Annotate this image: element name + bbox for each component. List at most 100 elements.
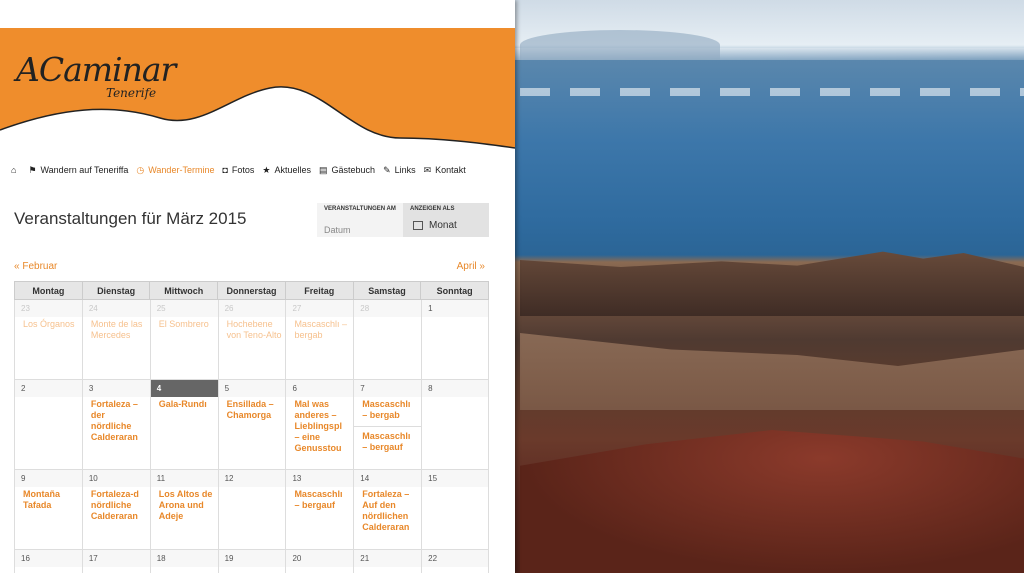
nav-aktuelles[interactable]: ★ Aktuelles xyxy=(262,165,311,176)
view-selector-label: ANZEIGEN ALS xyxy=(410,206,455,212)
day-number: 12 xyxy=(218,470,286,487)
calendar-day[interactable]: 10 Fortaleza-d nördliche Calderaran xyxy=(82,470,151,550)
date-input[interactable]: Datum xyxy=(324,225,351,235)
comment-icon: ▤ xyxy=(319,164,328,175)
calendar-event-link[interactable]: Ensillada – Chamorga xyxy=(219,397,286,423)
calendar-day[interactable]: 26 Hochebene von Teno-Alto xyxy=(218,300,287,380)
day-number: 19 xyxy=(218,550,286,567)
calendar-day[interactable]: 2 xyxy=(15,380,83,470)
calendar-event-link[interactable]: Hochebene von Teno-Alto xyxy=(219,317,286,343)
calendar-day[interactable]: 20 xyxy=(286,550,355,573)
calendar-event-link[interactable]: Monte de las Mercedes xyxy=(83,317,150,343)
calendar-day[interactable]: 7 Mascaschlı – bergab Mascaschlı – bergauf xyxy=(354,380,423,470)
nav-links[interactable]: ✎ Links xyxy=(383,165,416,176)
calendar-event-link[interactable]: Mal was anderes – Lieblingspl – eine Gen… xyxy=(286,397,353,456)
calendar-day[interactable]: 13 Mascaschlı – bergauf xyxy=(286,470,355,550)
calendar-day[interactable]: 27 Mascaschlı – bergab xyxy=(286,300,355,380)
calendar-event-link[interactable]: Fortaleza-d nördliche Calderaran xyxy=(83,487,150,524)
day-number: 25 xyxy=(150,300,218,317)
day-number: 20 xyxy=(286,550,354,567)
calendar-day[interactable]: 25 El Sombrero xyxy=(150,300,219,380)
date-filter[interactable]: VERANSTALTUNGEN AM Datum xyxy=(317,203,403,237)
day-number: 22 xyxy=(422,550,489,567)
nav-home[interactable]: ⌂ xyxy=(11,165,20,175)
month-calendar: Montag Dienstag Mittwoch Donnerstag Frei… xyxy=(14,281,490,573)
day-number: 24 xyxy=(82,300,150,317)
calendar-weeks: 23 Los Órganos 24 Monte de las Mercedes 25 El… xyxy=(14,300,490,573)
site-logo-subtitle: Tenerife xyxy=(106,86,157,100)
calendar-header: Montag Dienstag Mittwoch Donnerstag Frei… xyxy=(14,281,489,300)
weekday-header: Mittwoch xyxy=(150,282,219,299)
calendar-event-link[interactable]: Mascaschlı – bergauf xyxy=(286,487,353,513)
next-month-link[interactable]: April » xyxy=(457,261,485,272)
calendar-day[interactable]: 22 xyxy=(422,550,490,573)
calendar-event-link[interactable]: Mascaschlı – bergauf xyxy=(354,426,422,455)
calendar-day[interactable]: 1 xyxy=(422,300,490,380)
calendar-day[interactable]: 21 xyxy=(354,550,423,573)
day-number: 8 xyxy=(422,380,489,397)
calendar-event-link[interactable]: Los Órganos xyxy=(15,317,82,332)
nav-wander-termine[interactable]: ◷ Wander-Termine xyxy=(136,165,214,176)
calendar-day[interactable]: 3 Fortaleza – der nördliche Calderaran xyxy=(82,380,151,470)
calendar-day[interactable]: 11 Los Altos de Arona und Adeje xyxy=(150,470,219,550)
calendar-event-link[interactable]: Fortaleza – Auf den nördlichen Calderara… xyxy=(354,487,421,535)
home-icon: ⌂ xyxy=(11,165,17,175)
calendar-day[interactable]: 28 xyxy=(354,300,423,380)
day-number: 27 xyxy=(286,300,354,317)
nav-wandern[interactable]: ⚑ Wandern auf Teneriffa xyxy=(28,165,128,176)
star-icon: ★ xyxy=(262,164,271,175)
weekday-header: Donnerstag xyxy=(218,282,286,299)
calendar-day[interactable]: 19 xyxy=(218,550,287,573)
calendar-day[interactable]: 4 Gala-Rundı xyxy=(150,380,219,470)
calendar-day[interactable]: 14 Fortaleza – Auf den nördlichen Caldera… xyxy=(354,470,423,550)
calendar-day[interactable]: 6 Mal was anderes – Lieblingspl – eine Ge… xyxy=(286,380,355,470)
day-number: 10 xyxy=(82,470,150,487)
nav-fotos[interactable]: ◘ Fotos xyxy=(222,165,254,175)
calendar-day[interactable]: 8 xyxy=(422,380,490,470)
date-filter-label: VERANSTALTUNGEN AM xyxy=(324,206,396,212)
nav-label: Fotos xyxy=(231,165,255,175)
calendar-day[interactable]: 23 Los Órganos xyxy=(15,300,83,380)
calendar-day[interactable]: 5 Ensillada – Chamorga xyxy=(218,380,287,470)
calendar-event-link[interactable]: Mascaschlı – bergab xyxy=(354,397,421,423)
view-selector[interactable]: ANZEIGEN ALS Monat xyxy=(403,203,489,237)
calendar-day[interactable]: 16 xyxy=(15,550,83,573)
day-number: 15 xyxy=(422,470,489,487)
day-number: 17 xyxy=(82,550,150,567)
day-number: 6 xyxy=(286,380,354,397)
calendar-event-link[interactable]: Gala-Rundı xyxy=(151,397,218,412)
calendar-event-link[interactable]: Mascaschlı – bergab xyxy=(286,317,353,343)
camera-icon: ◘ xyxy=(222,165,228,175)
calendar-icon xyxy=(413,221,423,230)
prev-month-link[interactable]: « Februar xyxy=(14,261,57,272)
calendar-week: 16 17 18 19 20 21 22 xyxy=(14,550,490,573)
view-selector-value[interactable]: Monat xyxy=(429,220,457,231)
day-number: 4 xyxy=(150,380,218,397)
calendar-day[interactable]: 24 Monte de las Mercedes xyxy=(82,300,151,380)
day-number: 5 xyxy=(218,380,286,397)
day-number: 14 xyxy=(354,470,422,487)
site-logo[interactable]: ACaminar xyxy=(16,50,176,89)
calendar-day[interactable]: 18 xyxy=(150,550,219,573)
site-header: ACaminar Tenerife xyxy=(0,28,515,178)
calendar-event-link[interactable]: Fortaleza – der nördliche Calderaran xyxy=(83,397,150,445)
calendar-event-link[interactable]: El Sombrero xyxy=(151,317,218,332)
nav-gaestebuch[interactable]: ▤ Gästebuch xyxy=(319,165,375,176)
weekday-header: Dienstag xyxy=(83,282,151,299)
calendar-event-link[interactable]: Montaña Tafada xyxy=(15,487,82,513)
nav-label: Wandern auf Teneriffa xyxy=(40,165,129,175)
day-number: 28 xyxy=(354,300,422,317)
weekday-header: Sonntag xyxy=(436,286,473,296)
calendar-day[interactable]: 9 Montaña Tafada xyxy=(15,470,83,550)
nav-label: Aktuelles xyxy=(274,165,312,175)
nav-kontakt[interactable]: ✉ Kontakt xyxy=(424,165,466,176)
calendar-day[interactable]: 15 xyxy=(422,470,490,550)
calendar-day[interactable]: 12 xyxy=(218,470,287,550)
day-number: 11 xyxy=(150,470,218,487)
day-number: 23 xyxy=(15,300,82,317)
day-number: 16 xyxy=(15,550,82,567)
calendar-event-link[interactable]: Los Altos de Arona und Adeje xyxy=(151,487,218,524)
calendar-day[interactable]: 17 xyxy=(82,550,151,573)
calendar-week: 9 Montaña Tafada 10 Fortaleza-d nördliche C… xyxy=(14,470,490,550)
flag-icon: ⚑ xyxy=(28,164,37,175)
